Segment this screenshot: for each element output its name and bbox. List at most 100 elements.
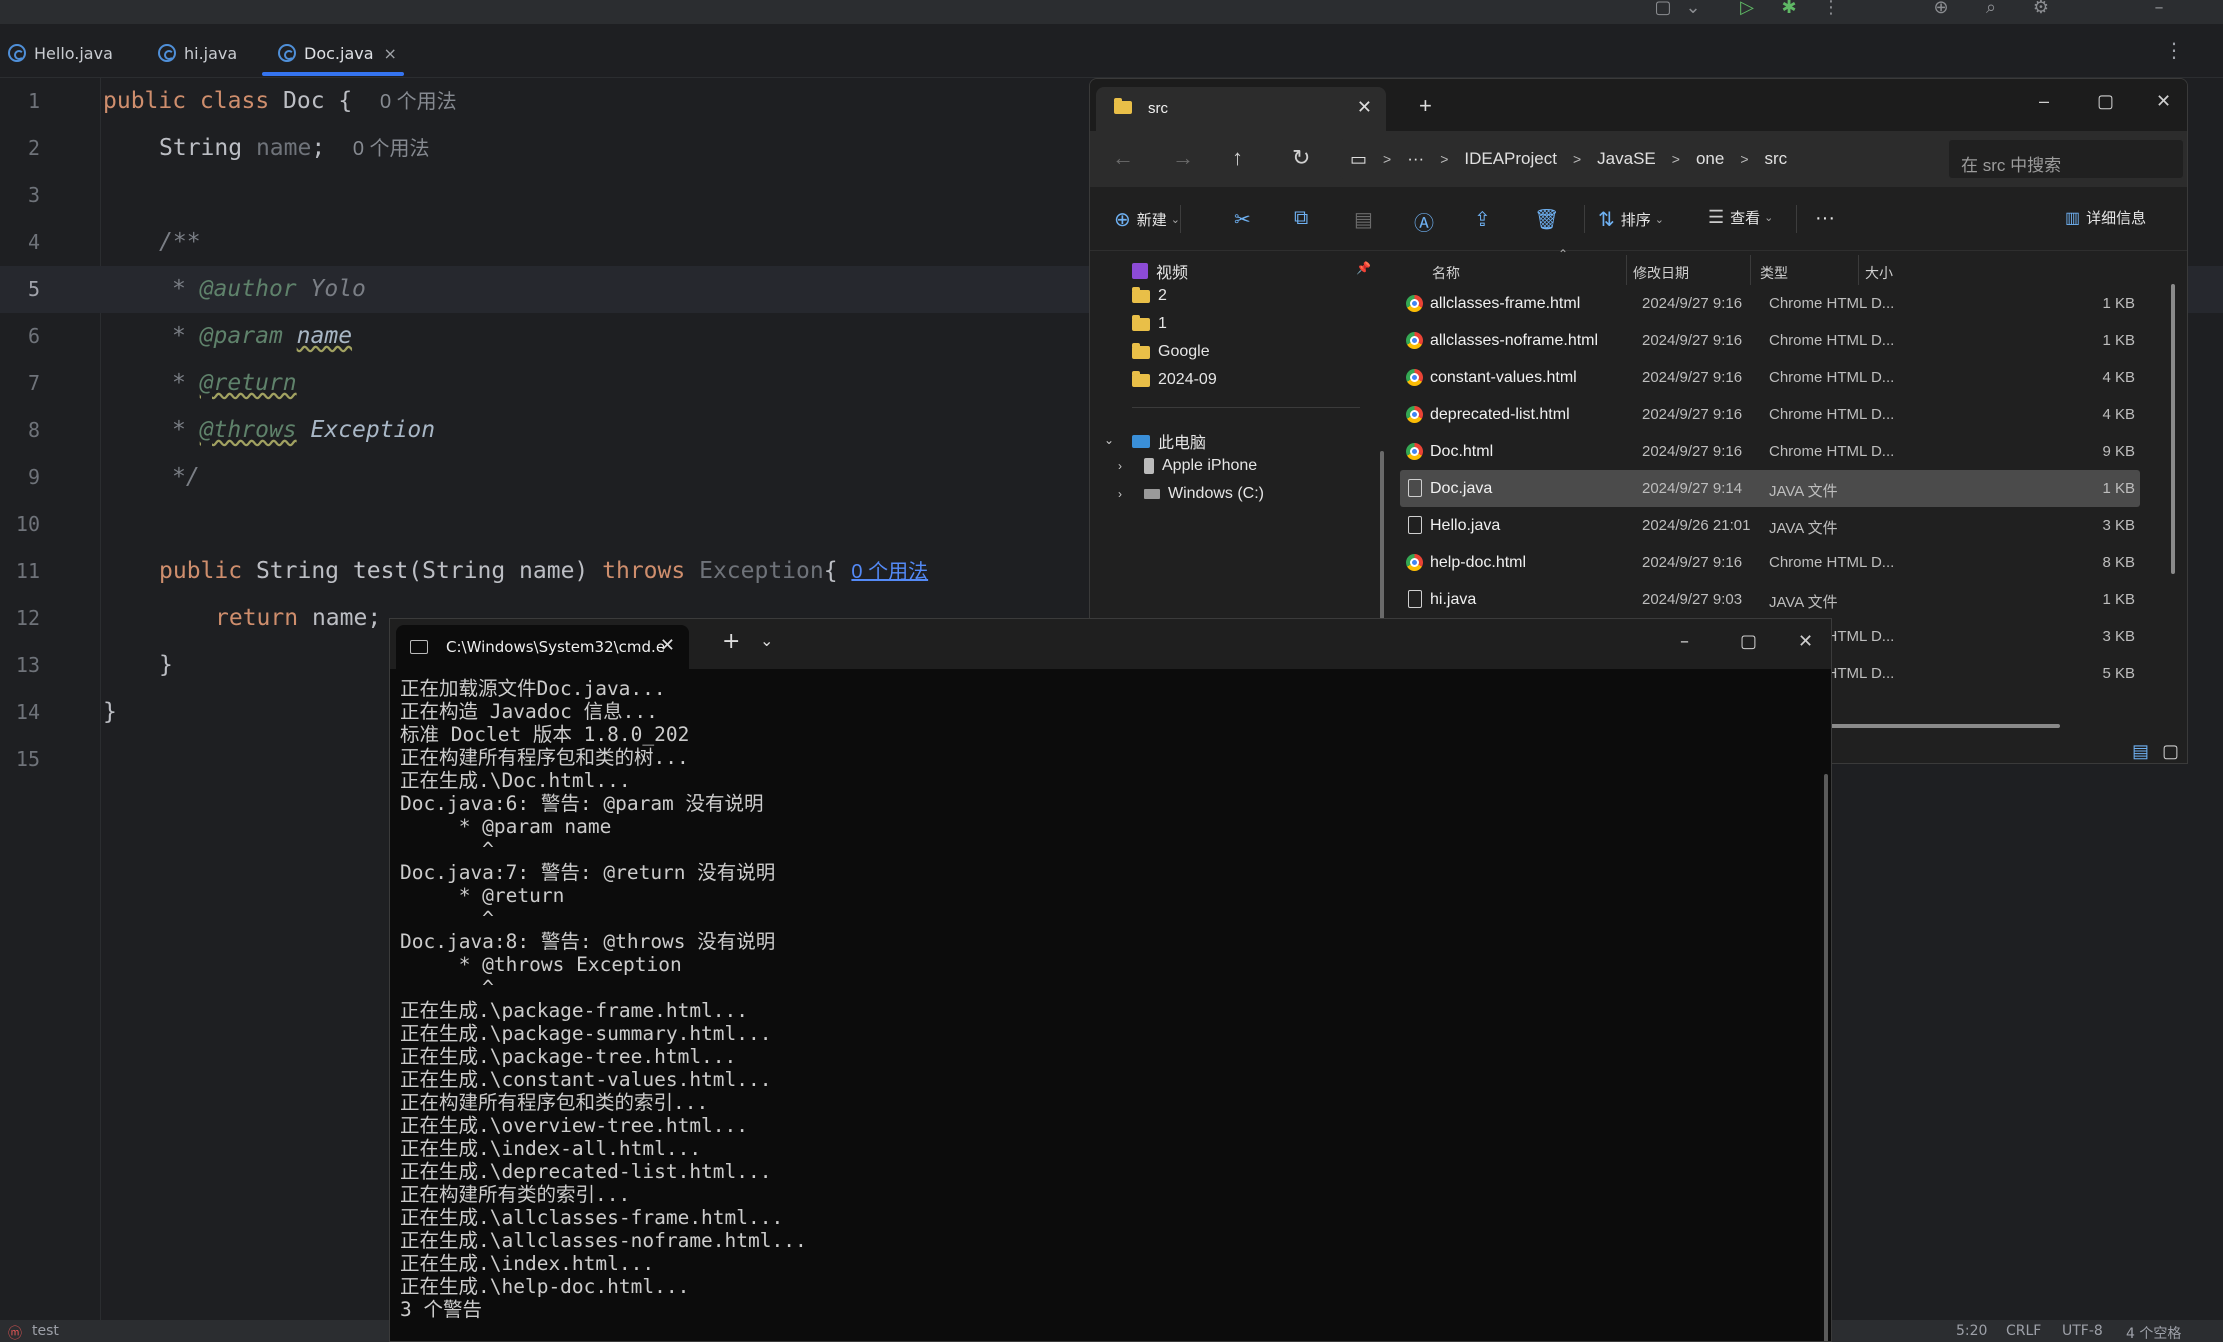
status-line-ending[interactable]: CRLF xyxy=(2006,1323,2041,1339)
search-input[interactable]: 在 src 中搜索 xyxy=(1948,139,2184,179)
vertical-scrollbar[interactable] xyxy=(1824,774,1828,1341)
cmd-tab[interactable]: C:\Windows\System32\cmd.e ✕ xyxy=(396,625,689,669)
sidebar-item-c-drive[interactable]: Windows (C:) xyxy=(1144,485,1264,503)
view-list-icon: ☰ xyxy=(1708,207,1725,227)
back-icon[interactable]: ← xyxy=(1112,145,1134,171)
column-header-type[interactable]: 类型 xyxy=(1760,263,1788,283)
tab-hi-java[interactable]: hi.java xyxy=(158,38,237,68)
up-icon[interactable]: ↑ xyxy=(1232,145,1243,171)
status-encoding[interactable]: UTF-8 xyxy=(2062,1323,2103,1339)
forward-icon[interactable]: → xyxy=(1172,145,1194,171)
delete-icon[interactable]: 🗑 xyxy=(1534,207,1559,232)
breadcrumb-item[interactable]: IDEAProject xyxy=(1464,149,1557,169)
usages-link[interactable]: 0 个用法 xyxy=(851,561,928,583)
file-name: constant-values.html xyxy=(1430,369,1577,386)
column-header-date[interactable]: 修改日期 xyxy=(1633,263,1689,283)
line-number: 8 xyxy=(27,418,40,442)
share-icon[interactable]: ⇪ xyxy=(1474,207,1491,232)
breadcrumb-overflow[interactable]: ··· xyxy=(1407,149,1424,169)
tab-doc-java[interactable]: Doc.java × xyxy=(278,38,397,68)
chevron-down-icon[interactable]: ⌄ xyxy=(1104,433,1114,447)
details-button[interactable]: ▥ 详细信息 xyxy=(2065,207,2146,228)
maximize-icon[interactable]: ▢ xyxy=(2097,91,2114,112)
explorer-tab[interactable]: src ✕ xyxy=(1096,87,1386,131)
details-view-icon[interactable]: ▤ xyxy=(2132,741,2149,762)
file-row[interactable]: Doc.html 2024/9/27 9:16 Chrome HTML D... 9 … xyxy=(1400,433,2140,470)
editor-tab-bar: Hello.java hi.java Doc.java × ⋮ xyxy=(0,24,2223,78)
file-row[interactable]: allclasses-frame.html 2024/9/27 9:16 Chrom… xyxy=(1400,285,2140,322)
sidebar-item-2024-09[interactable]: 2024-09 xyxy=(1132,370,1217,389)
chrome-html-icon xyxy=(1406,369,1423,386)
paste-icon[interactable]: ▤ xyxy=(1354,207,1373,232)
terminal-line: ^ xyxy=(400,976,494,999)
chevron-down-icon[interactable]: ⌄ xyxy=(760,631,773,650)
file-row[interactable]: allclasses-noframe.html 2024/9/27 9:16 Chr… xyxy=(1400,322,2140,359)
new-tab-icon[interactable]: + xyxy=(722,629,740,654)
terminal-line: 正在生成.\index-all.html... xyxy=(400,1137,702,1160)
new-tab-icon[interactable]: + xyxy=(1419,93,1432,119)
sidebar-item-this-pc[interactable]: 此电脑 xyxy=(1132,429,1206,453)
rename-icon[interactable]: Ⓐ xyxy=(1414,207,1434,236)
thumbnail-view-icon[interactable]: ▢ xyxy=(2162,741,2179,762)
chevron-right-icon[interactable]: › xyxy=(1118,459,1122,473)
sidebar-item-label: Google xyxy=(1158,343,1210,360)
file-size: 1 KB xyxy=(2102,480,2135,497)
close-icon[interactable]: ✕ xyxy=(1357,97,1372,118)
sidebar-item-iphone[interactable]: Apple iPhone xyxy=(1144,457,1257,475)
cut-icon[interactable]: ✂ xyxy=(1234,207,1251,232)
file-size: 4 KB xyxy=(2102,406,2135,423)
run-config-icon[interactable]: ▢ xyxy=(1650,0,1676,20)
sidebar-item-2[interactable]: 2 xyxy=(1132,286,1167,305)
debug-icon[interactable]: ✱ xyxy=(1776,0,1802,20)
file-row[interactable]: help-doc.html 2024/9/27 9:16 Chrome HTML D… xyxy=(1400,544,2140,581)
breadcrumb[interactable]: ▭ > ··· > IDEAProject > JavaSE > one > s… xyxy=(1340,139,2025,179)
file-type: Chrome HTML D... xyxy=(1769,295,1895,312)
minimize-icon[interactable]: – xyxy=(1680,631,1689,652)
status-caret-position[interactable]: 5:20 xyxy=(1956,1323,1987,1339)
status-project[interactable]: test xyxy=(32,1323,59,1339)
column-header-size[interactable]: 大小 xyxy=(1865,263,1893,283)
close-window-icon[interactable]: ✕ xyxy=(2156,91,2171,112)
copy-icon[interactable]: ⧉ xyxy=(1294,207,1308,230)
refresh-icon[interactable]: ↻ xyxy=(1292,145,1310,171)
sort-button[interactable]: ⇅ 排序 ⌄ xyxy=(1598,207,1664,232)
more-tabs-icon[interactable]: ⋮ xyxy=(2164,38,2184,62)
chevron-right-icon[interactable]: › xyxy=(1118,487,1122,501)
search-icon[interactable]: ⌕ xyxy=(1978,0,2004,20)
file-row[interactable]: deprecated-list.html 2024/9/27 9:16 Chrome… xyxy=(1400,396,2140,433)
breadcrumb-item[interactable]: one xyxy=(1696,149,1724,169)
vertical-scrollbar[interactable] xyxy=(2171,284,2175,574)
tab-hello-java[interactable]: Hello.java xyxy=(8,38,113,68)
close-icon[interactable]: ✕ xyxy=(660,635,675,656)
terminal-line: 正在生成.\package-tree.html... xyxy=(400,1045,737,1068)
window-minimize-icon[interactable]: – xyxy=(2146,0,2172,20)
view-button[interactable]: ☰ 查看 ⌄ xyxy=(1708,207,1773,228)
maximize-icon[interactable]: ▢ xyxy=(1740,631,1757,652)
breadcrumb-item[interactable]: src xyxy=(1765,149,1788,169)
divider xyxy=(1180,205,1181,233)
breadcrumb-item[interactable]: JavaSE xyxy=(1597,149,1656,169)
sidebar-item-google[interactable]: Google xyxy=(1132,342,1210,361)
chevron-down-icon[interactable]: ⌄ xyxy=(1680,0,1706,20)
file-row[interactable]: Hello.java 2024/9/26 21:01 JAVA 文件 3 KB xyxy=(1400,507,2140,544)
new-button[interactable]: ⊕ 新建 ⌄ xyxy=(1114,207,1180,232)
close-window-icon[interactable]: ✕ xyxy=(1798,631,1813,652)
settings-icon[interactable]: ⚙ xyxy=(2028,0,2054,20)
file-row[interactable]: Doc.java 2024/9/27 9:14 JAVA 文件 1 KB xyxy=(1400,470,2140,507)
status-indent[interactable]: 4 个空格 xyxy=(2126,1323,2181,1342)
file-row[interactable]: constant-values.html 2024/9/27 9:16 Chrome… xyxy=(1400,359,2140,396)
more-options-button[interactable]: ··· xyxy=(1815,207,1835,230)
minimize-icon[interactable]: – xyxy=(2039,91,2049,112)
terminal-line: 3 个警告 xyxy=(400,1298,482,1321)
sidebar-item-videos[interactable]: 视频 xyxy=(1132,259,1188,283)
column-header-name[interactable]: 名称 xyxy=(1432,263,1460,283)
add-user-icon[interactable]: ⊕ xyxy=(1928,0,1954,20)
terminal-output[interactable]: 正在加载源文件Doc.java... 正在构造 Javadoc 信息... 标准 D… xyxy=(400,677,807,1321)
more-icon[interactable]: ⋮ xyxy=(1818,0,1844,20)
sort-ascending-icon: ⌃ xyxy=(1558,247,1569,261)
file-row[interactable]: hi.java 2024/9/27 9:03 JAVA 文件 1 KB xyxy=(1400,581,2140,618)
chevron-right-icon: > xyxy=(1383,151,1392,167)
run-icon[interactable]: ▷ xyxy=(1734,0,1760,20)
close-icon[interactable]: × xyxy=(384,44,397,63)
sidebar-item-1[interactable]: 1 xyxy=(1132,314,1167,333)
